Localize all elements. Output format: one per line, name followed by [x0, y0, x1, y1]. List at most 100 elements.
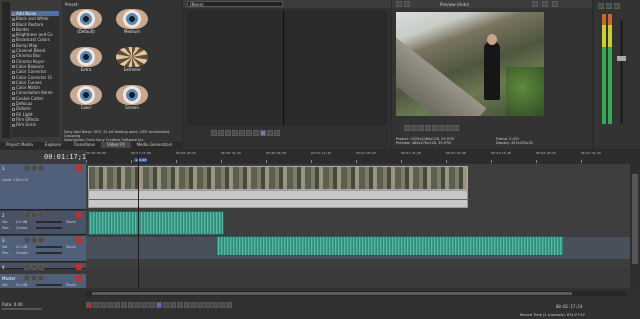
volume-slider[interactable] — [36, 284, 62, 286]
pan-value[interactable]: Center — [16, 226, 28, 230]
selection-tool[interactable] — [170, 302, 176, 308]
track-mute-button[interactable] — [24, 165, 30, 171]
preset-thumbnail[interactable]: (Default) — [66, 9, 106, 43]
record-arm-icon[interactable] — [76, 165, 82, 171]
track-solo-button[interactable] — [31, 212, 37, 218]
track-header-2[interactable]: 2 Vol: 0.0 dB Pan: Center Touch — [0, 211, 86, 235]
preview-settings-icon[interactable] — [396, 1, 402, 7]
preview-copy-icon[interactable] — [542, 1, 548, 7]
automation-mode-label[interactable]: Touch — [66, 245, 76, 249]
track-fx-button[interactable] — [38, 165, 44, 171]
video-clip[interactable] — [88, 166, 468, 190]
preset-thumbnail[interactable]: Screen — [112, 85, 152, 119]
trimmer-mark-in[interactable] — [260, 130, 266, 136]
master-fader-knob[interactable] — [617, 56, 626, 61]
loop-button[interactable] — [93, 302, 99, 308]
play-button[interactable] — [107, 302, 113, 308]
trim-tool[interactable] — [191, 302, 197, 308]
trimmer-next-button[interactable] — [253, 130, 259, 136]
trimmer-play-button[interactable] — [225, 130, 231, 136]
zoom-tool[interactable] — [177, 302, 183, 308]
master-solo-icon[interactable] — [614, 3, 620, 9]
record-arm-icon[interactable] — [76, 275, 82, 281]
track-solo-button[interactable] — [31, 275, 37, 281]
ripple-toggle[interactable] — [212, 302, 218, 308]
fx-list-item[interactable]: Film Grain — [11, 122, 59, 127]
track-solo-button[interactable] — [31, 165, 37, 171]
trimmer-add-button[interactable] — [274, 130, 280, 136]
tab-project-media[interactable]: Project Media — [0, 142, 39, 148]
preview-prev-frame-button[interactable] — [432, 125, 438, 131]
timeline-vertical-scrollbar[interactable] — [630, 164, 640, 288]
rate-slider[interactable] — [2, 308, 42, 310]
snap-toggle[interactable] — [198, 302, 204, 308]
tab-explorer[interactable]: Explorer — [39, 142, 68, 148]
preview-next-frame-button[interactable] — [439, 125, 445, 131]
track-mute-button[interactable] — [24, 237, 30, 243]
record-arm-icon[interactable] — [76, 212, 82, 218]
pan-slider[interactable] — [36, 252, 62, 254]
track-mute-button[interactable] — [24, 212, 30, 218]
pan-value[interactable]: Center — [16, 251, 28, 255]
preview-overlay-icon[interactable] — [532, 1, 538, 7]
track-fx-button[interactable] — [38, 212, 44, 218]
record-arm-icon[interactable] — [76, 237, 82, 243]
preview-split-icon[interactable] — [404, 1, 410, 7]
trimmer-prev-button[interactable] — [246, 130, 252, 136]
track-solo-button[interactable] — [31, 264, 37, 270]
master-fx-icon[interactable] — [598, 3, 604, 9]
horizontal-scrollbar[interactable] — [86, 291, 626, 296]
timeline-playhead[interactable] — [138, 150, 139, 288]
master-fader[interactable] — [617, 20, 626, 124]
prev-frame-button[interactable] — [142, 302, 148, 308]
preview-go-start-button[interactable] — [446, 125, 452, 131]
split-tool[interactable] — [184, 302, 190, 308]
automation-mode-label[interactable]: Touch — [66, 283, 76, 287]
preset-thumbnail[interactable]: Extreme — [112, 47, 152, 81]
go-end-button[interactable] — [135, 302, 141, 308]
trimmer-record-button[interactable] — [211, 130, 217, 136]
preset-thumbnail[interactable]: Medium — [112, 9, 152, 43]
trimmer-pause-button[interactable] — [232, 130, 238, 136]
track-header-4[interactable]: 4 — [0, 263, 86, 270]
pause-button[interactable] — [114, 302, 120, 308]
preview-loop-button[interactable] — [404, 125, 410, 131]
automation-mode-label[interactable]: Touch — [66, 220, 76, 224]
auto-crossfade-toggle[interactable] — [205, 302, 211, 308]
trimmer-loop-button[interactable] — [218, 130, 224, 136]
tab-transitions[interactable]: Transitions — [68, 142, 101, 148]
track-fx-button[interactable] — [38, 275, 44, 281]
stop-button[interactable] — [121, 302, 127, 308]
preview-stop-button[interactable] — [425, 125, 431, 131]
track-fx-button[interactable] — [38, 237, 44, 243]
audio-clip-track-3[interactable] — [216, 236, 564, 256]
go-start-button[interactable] — [128, 302, 134, 308]
normal-edit-tool[interactable] — [156, 302, 162, 308]
record-arm-icon[interactable] — [76, 264, 82, 270]
next-frame-button[interactable] — [149, 302, 155, 308]
preset-thumbnail[interactable]: Extra — [66, 47, 106, 81]
play-from-start-button[interactable] — [100, 302, 106, 308]
track-fx-button[interactable] — [38, 264, 44, 270]
volume-slider[interactable] — [36, 221, 62, 223]
preview-save-icon[interactable] — [552, 1, 558, 7]
volume-slider[interactable] — [36, 246, 62, 248]
record-button[interactable] — [86, 302, 92, 308]
track-header-3[interactable]: 3 Vol: 0.0 dB Pan: Center Touch — [0, 236, 86, 262]
track-level-label[interactable]: Level: 100.0 % — [2, 178, 28, 182]
trimmer-stop-button[interactable] — [239, 130, 245, 136]
preview-quality-dropdown[interactable]: Preview (Auto) — [440, 2, 469, 7]
pan-slider[interactable] — [36, 227, 62, 229]
track-mute-button[interactable] — [24, 275, 30, 281]
track-mute-button[interactable] — [24, 264, 30, 270]
tab-video-fx[interactable]: Video FX — [101, 142, 131, 148]
playhead-marker-badge[interactable]: +40:43 — [134, 158, 148, 162]
ignore-grouping-toggle[interactable] — [226, 302, 232, 308]
track-solo-button[interactable] — [31, 237, 37, 243]
vol-value[interactable]: 0.0 dB — [16, 220, 27, 224]
track-header-1[interactable]: 1 Level: 100.0 % — [0, 164, 86, 210]
preview-play-button[interactable] — [411, 125, 417, 131]
timeline-ruler[interactable]: 00:00:00;00 00:00:15;00 00:00:29;29 00:00:4… — [86, 150, 640, 164]
master-mute-icon[interactable] — [606, 3, 612, 9]
envelope-tool[interactable] — [163, 302, 169, 308]
